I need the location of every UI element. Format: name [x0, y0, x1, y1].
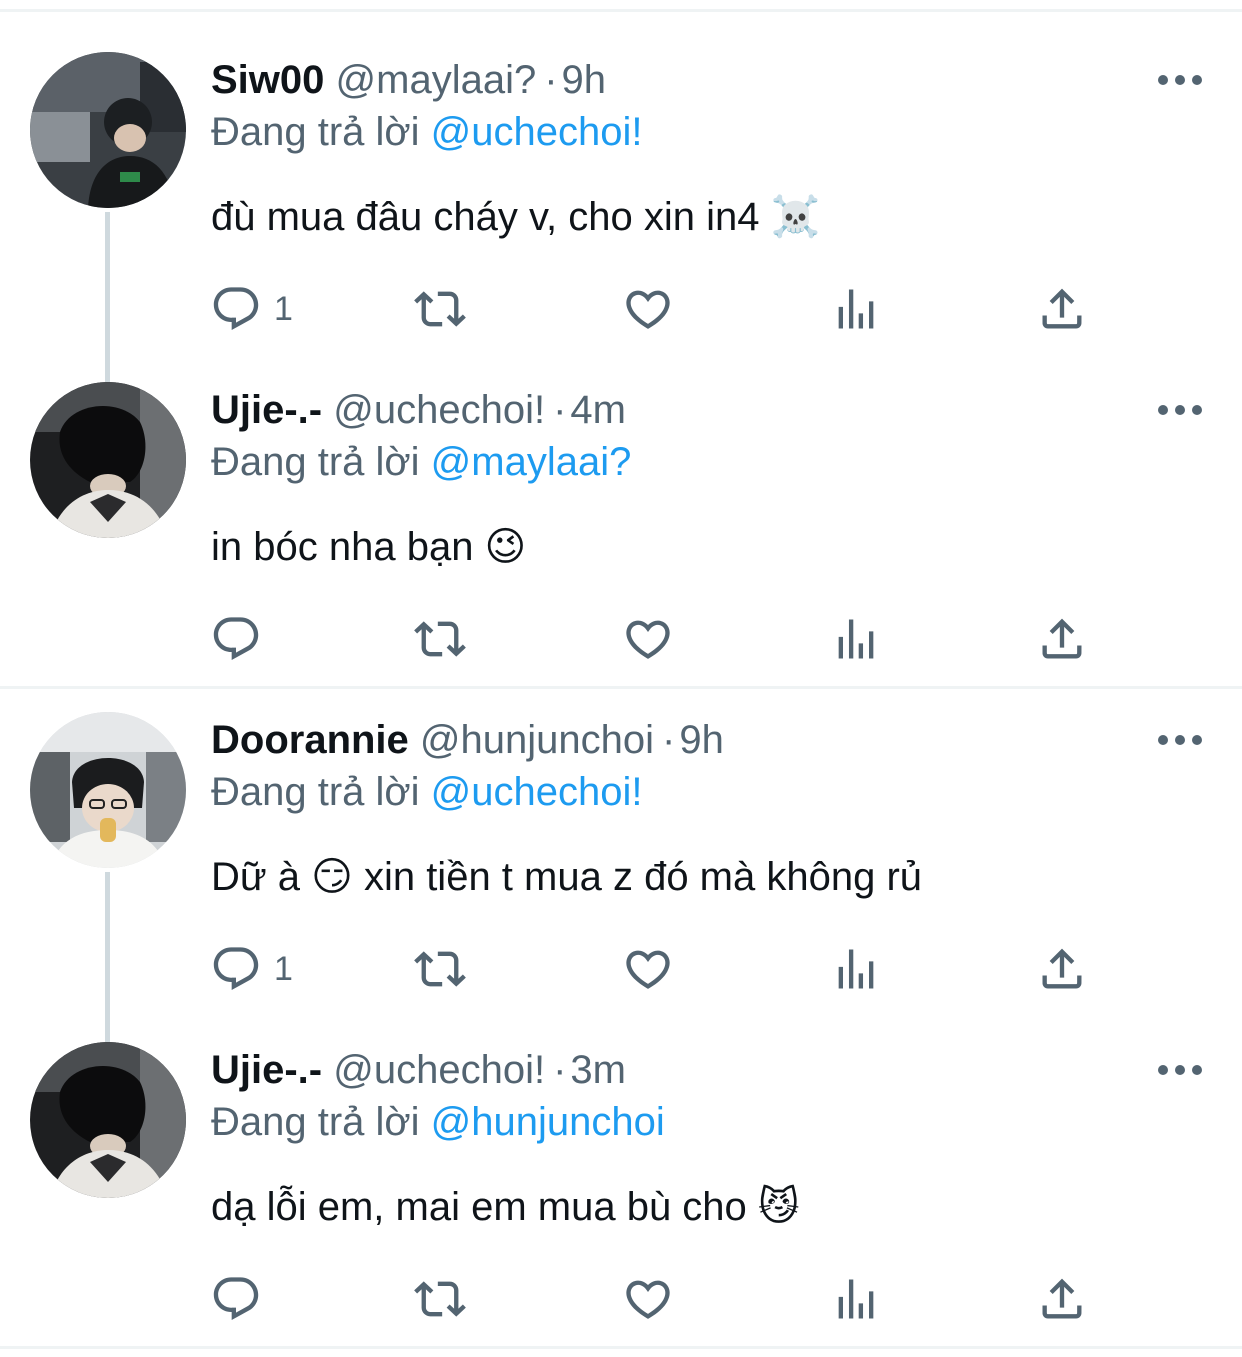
display-name[interactable]: Ujie-.-	[211, 1048, 322, 1092]
reply-mention-link[interactable]: @uchechoi!	[431, 770, 643, 814]
replying-to: Đang trả lời @uchechoi!	[211, 768, 643, 816]
heart-icon	[622, 613, 674, 665]
more-icon[interactable]	[1158, 398, 1202, 422]
retweet-button[interactable]	[414, 1268, 466, 1330]
timestamp[interactable]: 9h	[562, 58, 607, 102]
more-icon[interactable]	[1158, 728, 1202, 752]
analytics-icon	[830, 283, 882, 335]
retweet-icon	[414, 1273, 466, 1325]
bottom-divider	[0, 1346, 1242, 1349]
replying-to-label: Đang trả lời	[211, 110, 420, 154]
tweet[interactable]: Siw00 @maylaai? · 9h Đang trả lời @uchecho…	[0, 0, 1242, 330]
more-icon[interactable]	[1158, 1058, 1202, 1082]
views-button[interactable]	[830, 1268, 882, 1330]
reply-mention-link[interactable]: @uchechoi!	[431, 110, 643, 154]
retweet-icon	[414, 283, 466, 335]
separator-dot: ·	[553, 1048, 567, 1092]
separator-dot: ·	[553, 388, 567, 432]
reply-button[interactable]	[210, 1268, 274, 1330]
heart-icon	[622, 943, 674, 995]
tweet[interactable]: Ujie-.- @uchechoi! · 3m Đang trả lời @hunj…	[0, 990, 1242, 1320]
replying-to-label: Đang trả lời	[211, 1100, 420, 1144]
more-icon[interactable]	[1158, 68, 1202, 92]
separator-dot: ·	[662, 718, 676, 762]
display-name[interactable]: Ujie-.-	[211, 388, 322, 432]
share-icon	[1036, 613, 1088, 665]
tweet[interactable]: Doorannie @hunjunchoi · 9h Đang trả lời @u…	[0, 660, 1242, 990]
tweet-text: dạ lỗi em, mai em mua bù cho 😼	[211, 1185, 800, 1229]
reply-mention-link[interactable]: @maylaai?	[431, 440, 632, 484]
reply-icon	[210, 283, 262, 335]
tweet-header: Ujie-.- @uchechoi! · 3m	[211, 1046, 626, 1094]
retweet-icon	[414, 613, 466, 665]
tweet-text: Dữ à 😏 xin tiền t mua z đó mà không rủ	[211, 855, 923, 899]
user-handle[interactable]: @uchechoi!	[333, 1048, 545, 1092]
tweet-actions	[210, 1268, 1110, 1330]
share-icon	[1036, 1273, 1088, 1325]
share-button[interactable]	[1036, 1268, 1088, 1330]
analytics-icon	[830, 1273, 882, 1325]
tweet-text: in bóc nha bạn 😉	[211, 525, 527, 569]
avatar[interactable]	[30, 712, 186, 868]
avatar-image	[30, 1042, 186, 1198]
retweet-icon	[414, 943, 466, 995]
timestamp[interactable]: 3m	[570, 1048, 626, 1092]
tweet-header: Ujie-.- @uchechoi! · 4m	[211, 386, 626, 434]
user-handle[interactable]: @uchechoi!	[333, 388, 545, 432]
avatar[interactable]	[30, 52, 186, 208]
replying-to: Đang trả lời @maylaai?	[211, 438, 631, 486]
analytics-icon	[830, 943, 882, 995]
avatar-image	[30, 712, 186, 868]
share-icon	[1036, 283, 1088, 335]
tweet-text: đù mua đâu cháy v, cho xin in4 ☠️	[211, 195, 821, 239]
user-handle[interactable]: @maylaai?	[336, 58, 537, 102]
replying-to-label: Đang trả lời	[211, 440, 420, 484]
timestamp[interactable]: 4m	[570, 388, 626, 432]
like-button[interactable]	[622, 1268, 674, 1330]
timestamp[interactable]: 9h	[679, 718, 724, 762]
avatar[interactable]	[30, 382, 186, 538]
tweet-header: Doorannie @hunjunchoi · 9h	[211, 716, 724, 764]
tweet[interactable]: Ujie-.- @uchechoi! · 4m Đang trả lời @mayl…	[0, 330, 1242, 660]
replying-to: Đang trả lời @uchechoi!	[211, 108, 643, 156]
reply-count: 1	[274, 949, 293, 988]
replying-to-label: Đang trả lời	[211, 770, 420, 814]
reply-icon	[210, 1273, 262, 1325]
reply-mention-link[interactable]: @hunjunchoi	[431, 1100, 665, 1144]
heart-icon	[622, 1273, 674, 1325]
reply-icon	[210, 943, 262, 995]
display-name[interactable]: Doorannie	[211, 718, 409, 762]
analytics-icon	[830, 613, 882, 665]
avatar[interactable]	[30, 1042, 186, 1198]
reply-icon	[210, 613, 262, 665]
share-icon	[1036, 943, 1088, 995]
avatar-image	[30, 52, 186, 208]
separator-dot: ·	[544, 58, 558, 102]
display-name[interactable]: Siw00	[211, 58, 324, 102]
avatar-image	[30, 382, 186, 538]
replying-to: Đang trả lời @hunjunchoi	[211, 1098, 665, 1146]
heart-icon	[622, 283, 674, 335]
reply-count: 1	[274, 289, 293, 328]
user-handle[interactable]: @hunjunchoi	[420, 718, 654, 762]
tweet-header: Siw00 @maylaai? · 9h	[211, 56, 606, 104]
